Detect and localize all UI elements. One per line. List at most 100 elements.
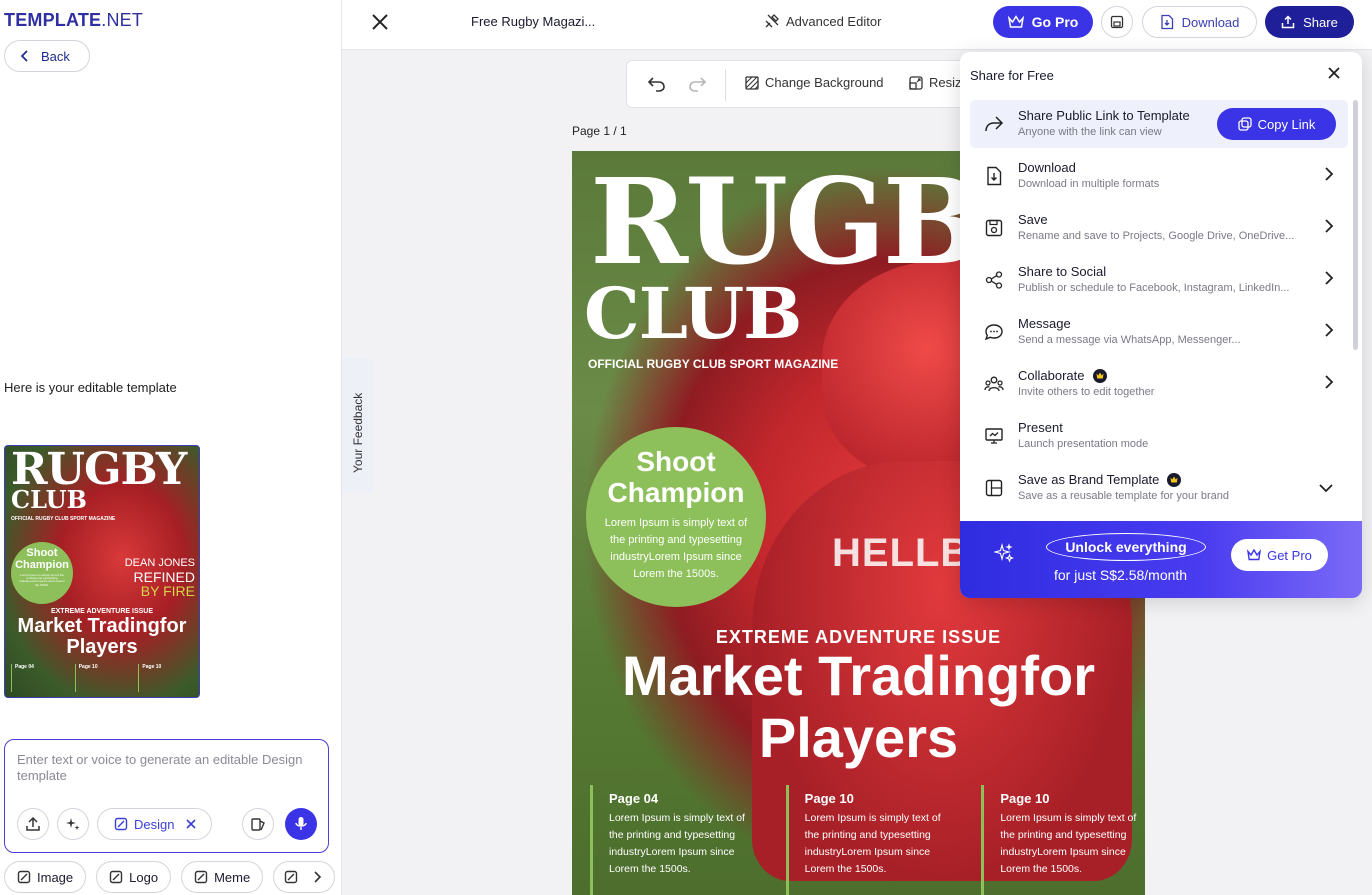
share-to-social-item[interactable]: Share to Social Publish or schedule to F…: [970, 256, 1348, 304]
close-icon[interactable]: [186, 819, 197, 829]
undo-button[interactable]: [647, 75, 667, 98]
page-teaser[interactable]: Page 10 Lorem Ipsum is simply text of th…: [785, 785, 942, 895]
editable-label: Here is your editable template: [4, 380, 177, 395]
mic-button[interactable]: [285, 808, 317, 840]
chip-image[interactable]: Image: [4, 861, 87, 893]
magic-button[interactable]: [57, 808, 89, 840]
message-item[interactable]: Message Send a message via WhatsApp, Mes…: [970, 308, 1348, 356]
template-thumbnail[interactable]: RUGBY CLUB OFFICIAL RUGBY CLUB SPORT MAG…: [4, 445, 200, 698]
present-item[interactable]: Present Launch presentation mode: [970, 412, 1348, 460]
upload-button[interactable]: [17, 808, 49, 840]
share-panel-close-button[interactable]: [1327, 66, 1341, 85]
canvas-toolbar: Change Background Resiz: [626, 60, 986, 108]
item-title: Save as Brand Template: [1018, 472, 1182, 487]
chevron-right-icon: [1324, 322, 1334, 343]
collaborate-item[interactable]: Collaborate Invite others to edit togeth…: [970, 360, 1348, 408]
undo-icon: [647, 77, 665, 92]
back-button[interactable]: Back: [4, 40, 90, 72]
chip-meme[interactable]: Meme: [181, 861, 264, 893]
chevron-right-icon: [1324, 374, 1334, 395]
chip-meme-label: Meme: [214, 869, 251, 885]
item-subtitle: Save as a reusable template for your bra…: [1018, 490, 1229, 502]
edit-meme-icon: [194, 870, 208, 884]
users-icon: [982, 372, 1006, 396]
resize-button[interactable]: Resiz: [909, 75, 962, 90]
sparkle-icon: [66, 818, 80, 830]
change-background-label: Change Background: [765, 75, 884, 90]
download-item[interactable]: Download Download in multiple formats: [970, 152, 1348, 200]
page-teaser-text: Lorem Ipsum is simply text of the printi…: [804, 812, 941, 875]
change-background-button[interactable]: Change Background: [745, 75, 884, 90]
unlock-banner: Unlock everything for just S$2.58/month …: [960, 521, 1362, 598]
chat-bubble-icon: [982, 320, 1006, 344]
save-icon-button[interactable]: [1101, 6, 1133, 38]
page-teaser[interactable]: Page 10 Lorem Ipsum is simply text of th…: [981, 785, 1137, 895]
magazine-tagline[interactable]: OFFICIAL RUGBY CLUB SPORT MAGAZINE: [588, 357, 838, 371]
resize-icon: [909, 75, 923, 90]
advanced-editor-button[interactable]: Advanced Editor: [764, 13, 881, 29]
save-as-brand-template-item[interactable]: Save as Brand Template Save as a reusabl…: [970, 464, 1348, 512]
back-label: Back: [41, 48, 70, 64]
crown-icon: [1247, 549, 1262, 561]
page-teaser-title: Page 10: [804, 791, 854, 806]
design-pill[interactable]: Design: [97, 808, 212, 840]
go-pro-button[interactable]: Go Pro: [993, 6, 1093, 38]
jersey-text: HELLB: [832, 531, 971, 575]
close-editor-button[interactable]: [370, 12, 390, 37]
get-pro-button[interactable]: Get Pro: [1231, 539, 1328, 571]
prompt-box[interactable]: Enter text or voice to generate an edita…: [4, 739, 329, 853]
page-label: Page 1 / 1: [572, 124, 627, 138]
brand-logo[interactable]: TEMPLATE.NET: [4, 10, 143, 31]
share-panel-scrollbar[interactable]: [1353, 100, 1358, 350]
item-title: Message: [1018, 316, 1071, 331]
save-item[interactable]: Save Rename and save to Projects, Google…: [970, 204, 1348, 252]
crown-icon: [1092, 368, 1107, 383]
redo-button[interactable]: [687, 75, 707, 98]
copy-link-label: Copy Link: [1257, 116, 1316, 132]
sparkle-icon: [992, 542, 1015, 568]
item-subtitle: Publish or schedule to Facebook, Instagr…: [1018, 282, 1290, 294]
item-subtitle: Rename and save to Projects, Google Driv…: [1018, 230, 1295, 242]
headline[interactable]: Market Tradingfor Players: [572, 645, 1145, 769]
chevron-right-icon: [1324, 270, 1334, 291]
item-title: Present: [1018, 420, 1063, 435]
share-nodes-icon: [982, 268, 1006, 292]
chip-more[interactable]: [273, 861, 336, 893]
item-title: Save: [1018, 212, 1048, 227]
palette-icon: [251, 818, 265, 831]
presentation-icon: [982, 424, 1006, 448]
copy-link-button[interactable]: Copy Link: [1217, 108, 1336, 140]
app-root: TEMPLATE.NET Back Here is your editable …: [0, 0, 1372, 895]
share-public-link-item[interactable]: Share Public Link to Template Anyone wit…: [970, 100, 1348, 148]
thumb-issue: EXTREME ADVENTURE ISSUE: [50, 608, 154, 615]
feedback-tab[interactable]: Your Feedback: [342, 358, 374, 492]
item-title: Share to Social: [1018, 264, 1107, 279]
item-title: Download: [1018, 160, 1076, 175]
page-teaser[interactable]: Page 04 Lorem Ipsum is simply text of th…: [590, 785, 746, 895]
circle-title: Shoot Champion: [607, 446, 745, 508]
design-icon: [114, 817, 128, 831]
design-label: Design: [134, 816, 175, 832]
redo-icon: [689, 77, 707, 92]
page-teaser-text: Lorem Ipsum is simply text of the printi…: [1000, 812, 1137, 875]
chip-logo[interactable]: Logo: [96, 861, 172, 893]
save-icon: [982, 216, 1006, 240]
download-button[interactable]: Download: [1142, 6, 1257, 38]
share-button[interactable]: Share: [1265, 6, 1354, 38]
forward-arrow-icon: [982, 112, 1006, 136]
prompt-input[interactable]: Enter text or voice to generate an edita…: [17, 752, 317, 784]
shoot-champion-circle[interactable]: Shoot Champion Lorem Ipsum is simply tex…: [586, 427, 766, 607]
page-teasers: Page 04 Lorem Ipsum is simply text of th…: [590, 785, 1137, 895]
chip-image-label: Image: [37, 869, 74, 885]
magazine-subtitle[interactable]: CLUB: [584, 279, 802, 349]
document-title[interactable]: Free Rugby Magazi...: [471, 14, 595, 29]
pen-tool-icon: [765, 14, 779, 28]
item-subtitle: Send a message via WhatsApp, Messenger..…: [1018, 334, 1241, 346]
crown-icon: [1167, 472, 1182, 487]
share-upload-icon: [1281, 15, 1295, 29]
advanced-editor-label: Advanced Editor: [786, 13, 882, 29]
top-bar: Free Rugby Magazi... Advanced Editor Go …: [342, 0, 1372, 50]
chevron-right-icon[interactable]: [312, 871, 322, 883]
crown-icon: [1007, 15, 1024, 28]
style-button[interactable]: [242, 808, 274, 840]
